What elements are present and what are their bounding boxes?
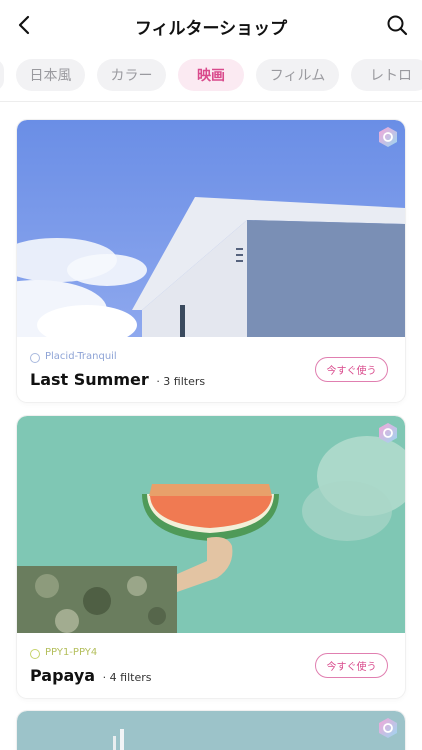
tab-film[interactable]: フィルム [256,59,339,91]
tag-dot [30,649,40,659]
premium-gem-icon [379,127,397,147]
filter-card[interactable]: Placid-Tranquil Last Summer · 3 filters … [17,120,405,402]
premium-gem-icon [379,718,397,738]
filter-preview-image[interactable] [17,416,405,633]
filter-preview-image[interactable] [17,120,405,337]
filter-tagline: Placid-Tranquil [45,351,117,362]
filter-count: · 4 filters [102,671,152,684]
tag-dot [30,353,40,363]
premium-gem-icon [379,423,397,443]
filter-name: Papaya · 4 filters [30,666,151,685]
search-icon [387,15,408,36]
page-title: フィルターショップ [134,19,288,39]
filter-name-text: Last Summer [30,370,149,389]
filter-card[interactable]: PPY1-PPY4 Papaya · 4 filters 今すぐ使う [17,416,405,698]
filter-card[interactable] [17,711,405,750]
category-tabs: 日本風 カラー 映画 フィルム レトロ [0,58,422,94]
tab-color[interactable]: カラー [97,59,166,91]
tab-partial[interactable] [0,59,4,91]
use-now-button[interactable]: 今すぐ使う [315,653,388,678]
filter-name: Last Summer · 3 filters [30,370,205,389]
filter-count: · 3 filters [156,375,206,388]
app-header: フィルターショップ [0,0,422,50]
tab-movie[interactable]: 映画 [178,59,244,91]
use-now-button[interactable]: 今すぐ使う [315,357,388,382]
search-button[interactable] [382,10,412,40]
tab-japanese[interactable]: 日本風 [16,59,85,91]
filter-card-info: Placid-Tranquil Last Summer · 3 filters … [17,337,405,402]
tabs-divider [0,101,422,102]
filter-preview-image[interactable] [17,711,405,750]
tab-retro[interactable]: レトロ [351,59,422,91]
filter-name-text: Papaya [30,666,96,685]
filter-card-info: PPY1-PPY4 Papaya · 4 filters 今すぐ使う [17,633,405,698]
filter-tagline: PPY1-PPY4 [45,647,98,658]
